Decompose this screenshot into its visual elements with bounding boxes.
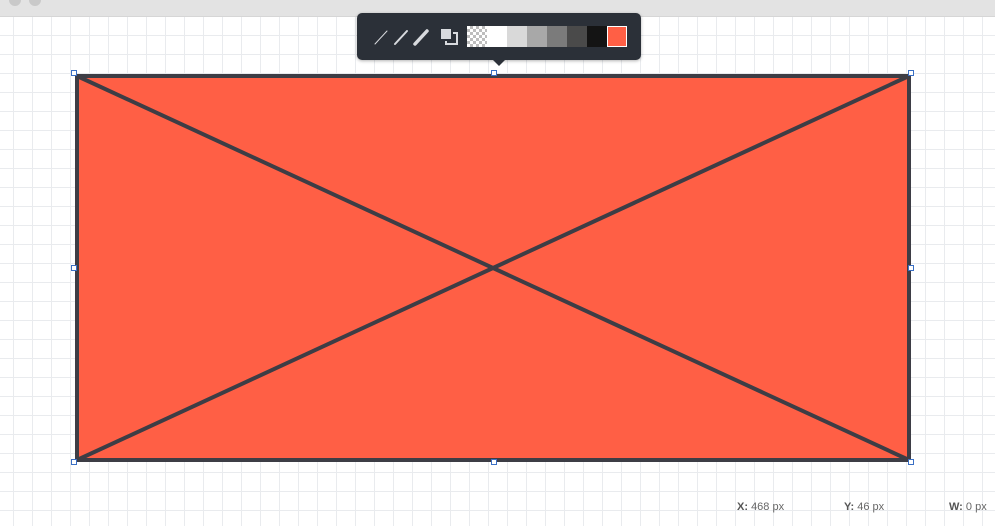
thin-line-icon[interactable] (372, 25, 392, 49)
swatch-charcoal[interactable] (567, 26, 587, 47)
width-readout: W: 0 px (949, 501, 987, 513)
swatch-dark-gray[interactable] (547, 26, 567, 47)
swatch-coral[interactable] (607, 26, 627, 47)
resize-handle-bottom-right[interactable] (908, 459, 914, 465)
resize-handle-bottom-center[interactable] (491, 459, 497, 465)
y-label: Y: (844, 501, 855, 513)
placeholder-box-graphic (75, 74, 911, 462)
x-value: 468 px (751, 501, 785, 513)
shape-style-toolbar (357, 13, 641, 66)
resize-handle-top-center[interactable] (491, 70, 497, 76)
window-minimize-button[interactable] (29, 0, 41, 6)
swatch-transparent[interactable] (467, 26, 487, 47)
swatch-black[interactable] (587, 26, 607, 47)
resize-handle-bottom-left[interactable] (71, 459, 77, 465)
swatch-light-gray[interactable] (507, 26, 527, 47)
y-value: 46 px (857, 501, 885, 513)
send-backward-icon[interactable] (439, 25, 459, 49)
w-value: 0 px (965, 501, 987, 513)
y-coordinate-readout: Y: 46 px (844, 501, 884, 513)
resize-handle-middle-left[interactable] (71, 265, 77, 271)
resize-handle-top-right[interactable] (908, 70, 914, 76)
x-coordinate-readout: X: 468 px (737, 501, 784, 513)
medium-line-icon[interactable] (392, 25, 412, 49)
thick-line-icon[interactable] (412, 25, 432, 49)
window-close-button[interactable] (9, 0, 21, 6)
swatch-white[interactable] (487, 26, 507, 47)
placeholder-shape[interactable] (74, 73, 912, 463)
x-label: X: (737, 501, 748, 513)
resize-handle-middle-right[interactable] (908, 265, 914, 271)
resize-handle-top-left[interactable] (71, 70, 77, 76)
swatch-gray[interactable] (527, 26, 547, 47)
status-bar: X: 468 px Y: 46 px W: 0 px (0, 494, 995, 518)
w-label: W: (949, 501, 963, 513)
